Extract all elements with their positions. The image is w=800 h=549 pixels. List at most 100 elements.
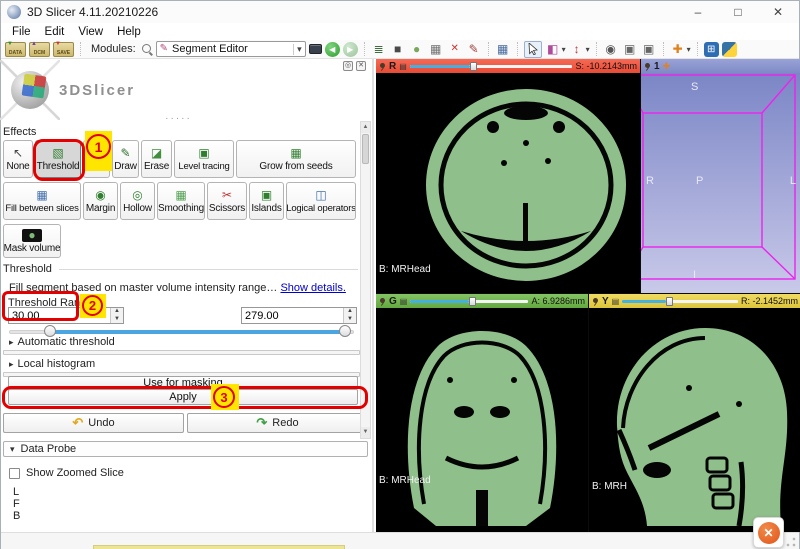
spin-arrows[interactable]: ▲ ▼ [343,308,356,323]
history-back-button[interactable]: ◀ [325,42,340,57]
threshold-min-spinbox[interactable]: ▲ ▼ [8,307,124,324]
close-button[interactable]: ✕ [771,5,785,19]
threshold-max-spinbox[interactable]: ▲ ▼ [241,307,357,324]
spin-down-icon[interactable]: ▼ [344,316,356,324]
window-level-dropdown-icon[interactable]: ▾ [586,45,590,54]
data-probe-collapser[interactable]: ▾ Data Probe [3,441,368,457]
red-slice-slider[interactable] [410,61,573,71]
slice-slider-handle[interactable] [469,297,476,306]
threeD-view[interactable]: S P R L I [641,73,800,293]
apply-button[interactable]: Apply [8,389,358,405]
python-console-icon[interactable] [722,42,737,57]
automatic-threshold-collapser[interactable]: ▸Automatic threshold [9,336,115,348]
dicom-button[interactable]: ▲ DCM [29,42,50,57]
screenshot-icon[interactable]: ◉ [603,41,619,57]
yellow-slice-view[interactable]: B: MRH [589,308,800,532]
history-forward-button[interactable]: ▶ [343,42,358,57]
spin-up-icon[interactable]: ▲ [344,308,356,316]
undo-button[interactable]: ↶ Undo [3,413,184,433]
layout-selector-icon[interactable]: ▦ [495,41,511,57]
scroll-up-button[interactable]: ▲ [361,122,370,133]
show-details-link[interactable]: Show details. [280,282,345,294]
slider-max-handle[interactable] [339,325,351,337]
red-slice-viewport[interactable]: R ▤ S: -10.2143mm [376,59,640,293]
effect-button-draw[interactable]: ✎ Draw [112,140,139,178]
mouse-interaction-button[interactable] [524,41,542,58]
scene-view-icon[interactable]: ▣ [622,41,638,57]
effect-button-threshold[interactable]: ▧ Threshold [35,140,81,178]
redo-button[interactable]: ↷ Redo [187,413,368,433]
local-histogram-collapser[interactable]: ▸Local histogram [9,358,95,370]
annotations-module-icon[interactable]: ✎ [466,41,482,57]
minimize-button[interactable]: – [691,5,705,19]
spin-down-icon[interactable]: ▼ [111,316,123,324]
pin-icon[interactable] [644,63,651,70]
module-history-icon[interactable]: ≣ [371,41,387,57]
effect-button-margin[interactable]: ◉ Margin [83,182,118,220]
green-slice-label: G [389,296,397,307]
green-slice-view[interactable]: B: MRHead [376,308,588,532]
window-level-icon[interactable]: ↕ [569,41,585,57]
threeD-menu-icon[interactable]: ✚ [663,61,671,72]
panel-scrollbar[interactable]: ▲ ▼ [360,121,371,439]
slice-slider-handle[interactable] [666,297,673,306]
save-button[interactable]: ▼ SAVE [53,42,74,57]
effect-button-level-tracing[interactable]: ▣ Level tracing [174,140,234,178]
menu-view[interactable]: View [71,26,110,38]
spin-arrows[interactable]: ▲ ▼ [110,308,123,323]
pin-icon[interactable] [592,298,599,305]
extensions-manager-icon[interactable]: ⊞ [704,42,719,57]
panel-splitter-handle[interactable]: ····· [1,113,356,124]
threshold-max-input[interactable] [242,308,343,323]
slice-menu-icon[interactable]: ▤ [399,62,407,71]
green-slice-viewport[interactable]: G ▤ A: 6.9286mm [376,294,588,532]
crosshair-icon[interactable]: ✚ [670,41,686,57]
slice-menu-icon[interactable]: ▤ [400,297,408,306]
annotation-close-button[interactable]: ✕ [753,517,784,548]
crosshair-dropdown-icon[interactable]: ▾ [687,45,691,54]
maximize-button[interactable]: □ [731,5,745,19]
markups-module-icon[interactable]: ✕ [447,41,463,57]
panel-close-button[interactable]: ✕ [356,61,366,71]
yellow-slice-viewport[interactable]: Y ▤ R: -2.1452mm [589,294,800,532]
scroll-down-button[interactable]: ▼ [361,427,370,438]
slice-menu-icon[interactable]: ▤ [612,297,620,306]
threeD-viewport[interactable]: 1 ✚ S P [641,59,800,293]
effect-button-smoothing[interactable]: ▦ Smoothing [157,182,205,220]
volumes-module-icon[interactable]: ● [409,41,425,57]
effect-button-logical-operators[interactable]: ◫ Logical operators [286,182,356,220]
effect-button-none[interactable]: ↖ None [3,140,33,178]
red-slice-view[interactable]: B: MRHead [376,73,640,293]
green-slice-slider[interactable] [410,296,528,306]
data-module-cube-icon[interactable]: ■ [390,41,406,57]
effect-button-mask-volume[interactable]: ● Mask volume [3,224,61,258]
yellow-slice-slider[interactable] [622,296,738,306]
paint-dropdown-icon[interactable]: ▾ [562,45,566,54]
module-selector[interactable]: ✎ Segment Editor ▾ [156,41,306,57]
panel-pin-button[interactable]: ◎ [343,61,353,71]
section-divider [59,269,358,270]
resize-grip[interactable] [786,537,796,547]
effect-button-grow-from-seeds[interactable]: ▦ Grow from seeds [236,140,356,178]
menu-help[interactable]: Help [110,26,148,38]
slice-slider-handle[interactable] [470,62,477,71]
effect-button-islands[interactable]: ▣ Islands [249,182,284,220]
effect-button-scissors[interactable]: ✂ Scissors [207,182,247,220]
scene-restore-icon[interactable]: ▣ [641,41,657,57]
transforms-module-icon[interactable]: ▦ [428,41,444,57]
use-for-masking-button[interactable]: Use for masking [8,376,358,390]
scrollbar-thumb[interactable] [362,134,369,164]
module-search-icon[interactable] [141,43,153,55]
show-module-panel-icon[interactable] [309,44,322,54]
pin-icon[interactable] [379,63,386,70]
effect-button-fill-between-slices[interactable]: ▦ Fill between slices [3,182,81,220]
menu-edit[interactable]: Edit [38,26,72,38]
spin-up-icon[interactable]: ▲ [111,308,123,316]
show-zoomed-slice-checkbox[interactable] [9,468,20,479]
menu-file[interactable]: File [5,26,38,38]
paint-interaction-icon[interactable]: ◧ [545,41,561,57]
effect-button-erase[interactable]: ◪ Erase [141,140,172,178]
effect-button-hollow[interactable]: ◎ Hollow [120,182,155,220]
pin-icon[interactable] [379,298,386,305]
load-data-button[interactable]: ▼ DATA [5,42,26,57]
